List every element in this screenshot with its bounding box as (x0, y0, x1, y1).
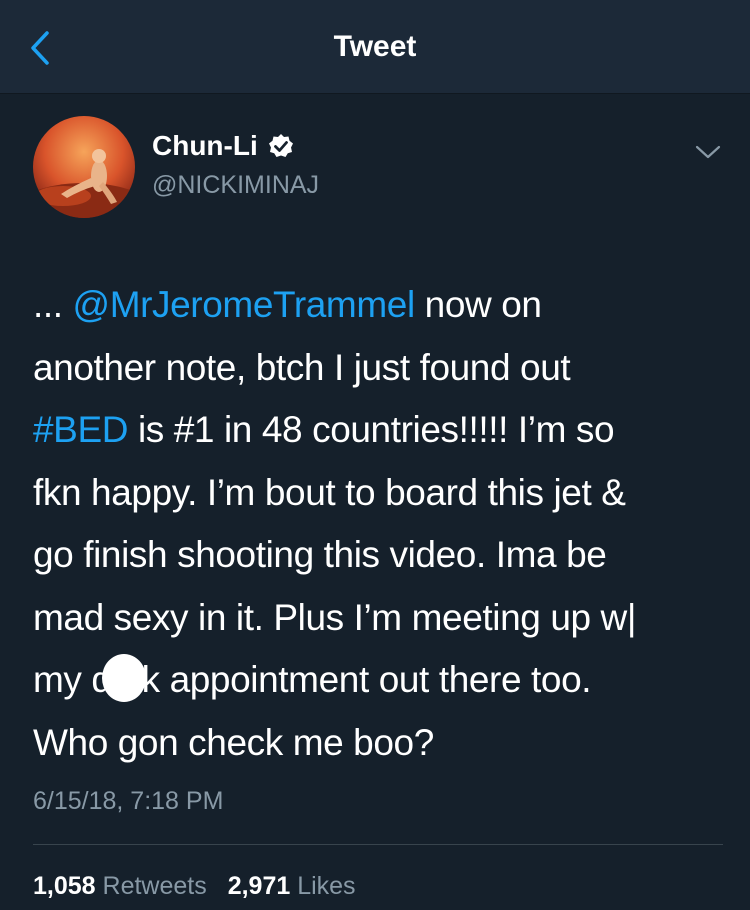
nav-bar: Tweet (0, 0, 750, 94)
likes-label: Likes (290, 872, 356, 900)
hashtag-link[interactable]: #BED (33, 409, 128, 450)
likes-count: 2,971 (227, 872, 291, 900)
page-title: Tweet (333, 30, 417, 63)
retweets-label: Retweets (95, 872, 207, 900)
tweet-line: #BED is #1 in 48 countries!!!!! I’m so (33, 409, 615, 450)
author-display-name[interactable]: Chun-Li (152, 130, 258, 162)
author-name-row[interactable]: Chun-Li (152, 130, 294, 162)
chevron-down-icon[interactable] (694, 142, 722, 162)
tweet-line: Who gon check me boo? (33, 721, 434, 763)
tweet-line: mad sexy in it. Plus I’m meeting up w| (33, 596, 637, 638)
mention-link[interactable]: @MrJeromeTrammel (73, 284, 416, 325)
likes-stat[interactable]: 2,971 Likes (228, 872, 356, 900)
retweets-count: 1,058 (33, 872, 96, 900)
retweets-stat[interactable]: 1,058 Retweets (33, 872, 207, 900)
divider (33, 844, 723, 845)
censor-blob (101, 654, 146, 702)
tweet-line: ... @MrJeromeTrammel now on (33, 284, 542, 325)
author-handle[interactable]: @NICKIMINAJ (152, 171, 319, 200)
tweet-timestamp: 6/15/18, 7:18 PM (33, 787, 224, 815)
tweet-line: another note, btch I just found out (33, 346, 571, 388)
tweet-line: go finish shooting this video. Ima be (33, 534, 607, 575)
tweet-text: ... @MrJeromeTrammel now on another note… (33, 274, 723, 774)
tweet-line: my dk appointment out there too. (33, 649, 723, 712)
tweet-line: fkn happy. I’m bout to board this jet & (33, 471, 626, 513)
avatar[interactable] (33, 116, 135, 218)
tweet-stats: 1,058 Retweets 2,971 Likes (33, 872, 370, 901)
verified-badge-icon (268, 134, 293, 157)
